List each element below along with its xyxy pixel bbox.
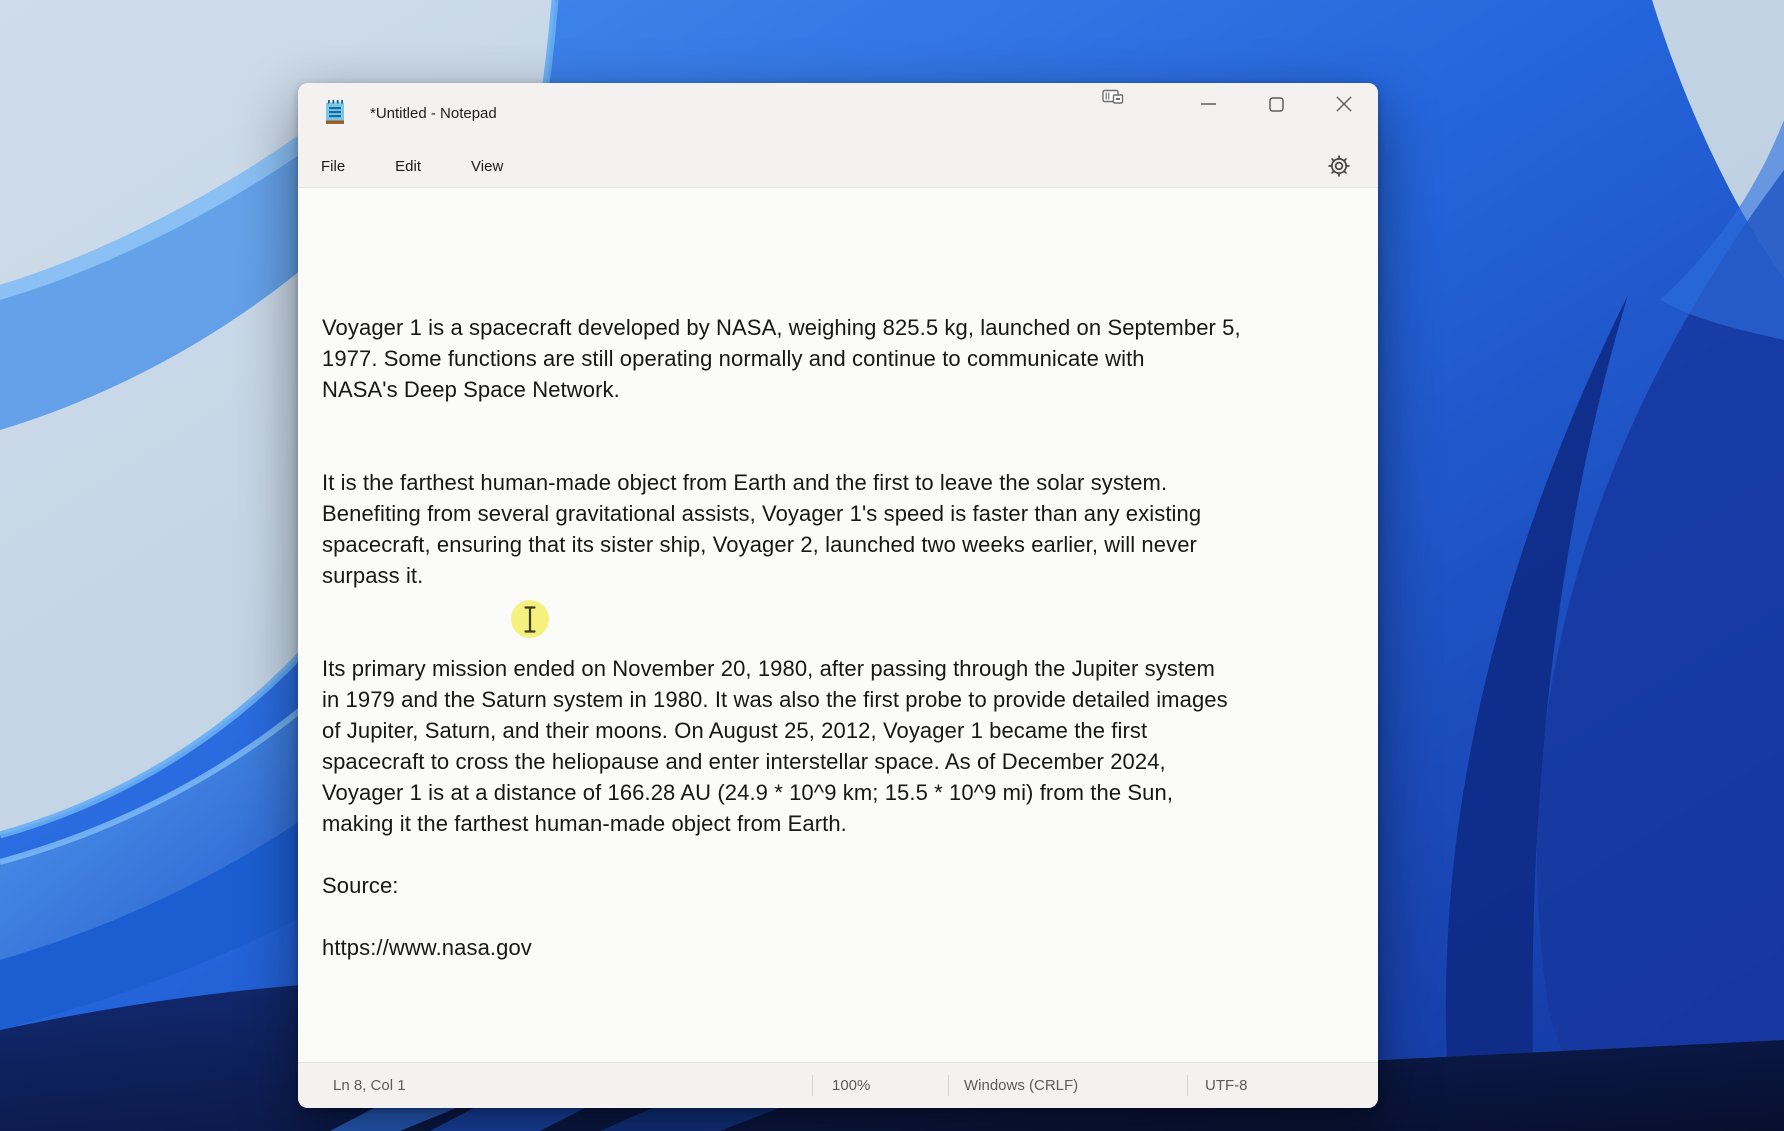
text-line: of Jupiter, Saturn, and their moons. On … xyxy=(322,715,1378,746)
text-line xyxy=(322,250,1378,281)
display-indicator-icon xyxy=(1102,89,1124,106)
encoding: UTF-8 xyxy=(1205,1063,1248,1108)
notepad-icon xyxy=(323,99,347,126)
close-button[interactable] xyxy=(1310,83,1378,125)
maximize-icon xyxy=(1269,97,1284,112)
text-line xyxy=(322,901,1378,932)
menu-view[interactable]: View xyxy=(471,158,503,175)
text-line: surpass it. xyxy=(322,560,1378,591)
zoom-level[interactable]: 100% xyxy=(832,1063,870,1108)
text-line: spacecraft, ensuring that its sister shi… xyxy=(322,529,1378,560)
text-line: in 1979 and the Saturn system in 1980. I… xyxy=(322,684,1378,715)
status-bar: Ln 8, Col 1 100% Windows (CRLF) UTF-8 xyxy=(298,1062,1378,1108)
line-ending: Windows (CRLF) xyxy=(964,1063,1078,1108)
text-line: Voyager 1 is at a distance of 166.28 AU … xyxy=(322,777,1378,808)
text-line: It is the farthest human-made object fro… xyxy=(322,467,1378,498)
menu-file[interactable]: File xyxy=(321,158,345,175)
text-line: 1977. Some functions are still operating… xyxy=(322,343,1378,374)
status-separator xyxy=(1187,1075,1188,1096)
text-editor-area[interactable]: Voyager 1 is a spacecraft developed by N… xyxy=(298,188,1378,1063)
desktop: *Untitled - Notepad xyxy=(0,0,1784,1131)
text-line xyxy=(322,281,1378,312)
window-title: *Untitled - Notepad xyxy=(370,105,497,122)
settings-button[interactable] xyxy=(1318,145,1360,187)
text-line xyxy=(322,436,1378,467)
status-separator xyxy=(812,1075,813,1096)
titlebar[interactable]: *Untitled - Notepad xyxy=(298,83,1378,145)
notepad-window: *Untitled - Notepad xyxy=(298,83,1378,1108)
close-icon xyxy=(1336,96,1352,112)
text-line xyxy=(322,591,1378,622)
text-line: Voyager 1 is a spacecraft developed by N… xyxy=(322,312,1378,343)
menu-edit[interactable]: Edit xyxy=(395,158,421,175)
text-line xyxy=(322,405,1378,436)
cursor-position: Ln 8, Col 1 xyxy=(333,1063,406,1108)
status-separator xyxy=(948,1075,949,1096)
text-line xyxy=(322,219,1378,250)
text-line: making it the farthest human-made object… xyxy=(322,808,1378,839)
text-line: Its primary mission ended on November 20… xyxy=(322,653,1378,684)
text-line: Benefiting from several gravitational as… xyxy=(322,498,1378,529)
text-line: https://www.nasa.gov xyxy=(322,932,1378,963)
text-line xyxy=(322,622,1378,653)
minimize-icon xyxy=(1201,103,1216,105)
maximize-button[interactable] xyxy=(1242,83,1310,125)
window-controls xyxy=(1174,83,1378,125)
gear-icon xyxy=(1326,153,1352,179)
minimize-button[interactable] xyxy=(1174,83,1242,125)
text-line: NASA's Deep Space Network. xyxy=(322,374,1378,405)
menubar: File Edit View xyxy=(298,145,1378,188)
text-line xyxy=(322,188,1378,219)
text-line: Source: xyxy=(322,870,1378,901)
text-line xyxy=(322,839,1378,870)
text-line: spacecraft to cross the heliopause and e… xyxy=(322,746,1378,777)
